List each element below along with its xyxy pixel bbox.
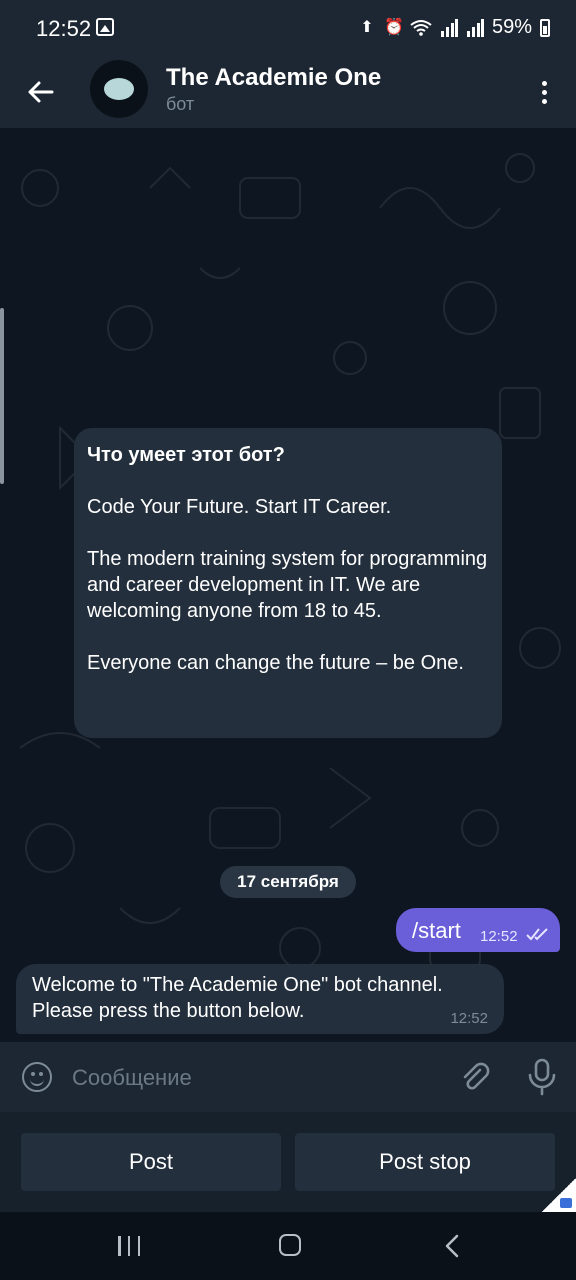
status-time: 12:52 (36, 16, 92, 41)
attach-icon[interactable] (458, 1060, 492, 1094)
more-vert-icon[interactable] (530, 72, 558, 112)
recents-icon[interactable] (118, 1236, 140, 1256)
scrollbar[interactable] (0, 308, 4, 484)
home-icon[interactable] (279, 1234, 301, 1256)
avatar[interactable] (90, 60, 148, 118)
bot-info-paragraph: Code Your Future. Start IT Career. (87, 496, 392, 518)
bot-info-paragraph: The modern training system for programmi… (87, 548, 488, 622)
signal-icon-2 (466, 18, 484, 37)
date-separator: 17 сентября (220, 866, 356, 898)
message-input[interactable] (70, 1058, 444, 1098)
system-nav-bar (0, 1212, 576, 1280)
alarm-icon: ⏰ (383, 18, 404, 36)
avatar-logo (104, 78, 134, 100)
mic-icon[interactable] (526, 1058, 558, 1096)
message-text: Welcome to "The Academie One" bot channe… (32, 974, 443, 1022)
signal-icon (440, 18, 458, 37)
message-text: /start (412, 918, 461, 943)
back-button[interactable] (20, 72, 60, 112)
corner-badge[interactable] (542, 1178, 576, 1212)
nav-back-icon[interactable] (444, 1234, 460, 1258)
chat-header: The Academie One бот (0, 56, 576, 128)
chat-title[interactable]: The Academie One (166, 64, 381, 92)
bot-info-title: Что умеет этот бот? (87, 444, 285, 466)
incoming-message[interactable]: Welcome to "The Academie One" bot channe… (16, 964, 504, 1034)
double-check-icon (526, 928, 548, 941)
emoji-icon[interactable] (22, 1062, 52, 1092)
bot-info-paragraph: Everyone can change the future – be One. (87, 652, 464, 674)
message-time: 12:52 (480, 928, 518, 945)
wifi-icon (410, 19, 432, 36)
battery-icon (540, 18, 550, 37)
bot-info-card: Что умеет этот бот? Code Your Future. St… (74, 428, 502, 738)
back-arrow-icon (28, 81, 54, 103)
outgoing-message[interactable]: /start 12:52 (396, 908, 560, 952)
composer (0, 1042, 576, 1112)
upload-icon: ⬆ (360, 18, 374, 36)
status-bar: 12:52 ⬆ ⏰ 59% (0, 0, 576, 56)
folder-icon (560, 1198, 572, 1208)
chat-subtitle: бот (166, 94, 195, 114)
image-notification-icon (96, 18, 114, 36)
chat-area[interactable]: Что умеет этот бот? Code Your Future. St… (0, 128, 576, 1042)
bot-keyboard: Post Post stop (0, 1112, 576, 1212)
message-time: 12:52 (450, 1010, 488, 1027)
post-button[interactable]: Post (21, 1133, 281, 1191)
post-stop-button[interactable]: Post stop (295, 1133, 555, 1191)
status-icons: ⬆ ⏰ 59% (358, 16, 550, 39)
battery-percent: 59% (491, 16, 532, 38)
